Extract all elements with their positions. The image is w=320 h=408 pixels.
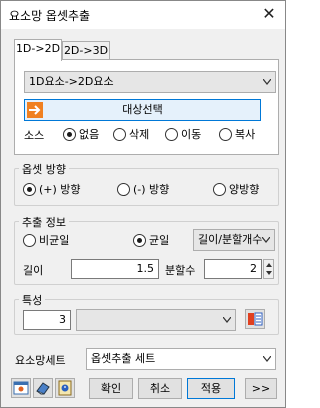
- mesh-set-combo[interactable]: 옵셋추출 세트: [86, 348, 276, 370]
- tab-label: 2D->3D: [63, 44, 109, 57]
- select-target-button[interactable]: 대상선택: [24, 99, 261, 121]
- offset-radio-both[interactable]: 양방향: [213, 181, 259, 197]
- radio-indicator: [133, 233, 146, 247]
- source-radio-copy[interactable]: 복사: [219, 126, 255, 142]
- divisions-label: 분할수: [165, 264, 196, 277]
- property-title: 특성: [19, 292, 46, 308]
- chevron-down-icon: [223, 317, 231, 323]
- spin-down-icon[interactable]: [266, 271, 272, 275]
- source-radio-none[interactable]: 없음: [63, 126, 99, 142]
- close-icon[interactable]: ✕: [259, 4, 279, 24]
- property-manager-button[interactable]: [245, 309, 265, 329]
- tab-1d-2d[interactable]: 1D->2D: [14, 39, 62, 61]
- radio-label: (+) 방향: [39, 183, 81, 196]
- radio-label: 복사: [235, 128, 256, 141]
- offset-radio-minus[interactable]: (-) 방향: [117, 181, 169, 197]
- spin-up-icon[interactable]: [266, 263, 272, 267]
- radio-label: 비균일: [39, 234, 70, 247]
- preview-button[interactable]: [11, 378, 31, 398]
- offset-radio-plus[interactable]: (+) 방향: [23, 181, 81, 197]
- property-table-icon: [248, 312, 263, 326]
- eraser-icon: [36, 382, 50, 395]
- chevron-down-icon: [262, 237, 270, 243]
- element-mode-combo[interactable]: 1D요소->2D요소: [24, 71, 276, 93]
- extract-method-value: 길이/분할개수: [198, 233, 263, 246]
- source-radio-move[interactable]: 이동: [165, 126, 201, 142]
- window-title: 요소망 옵셋추출: [9, 9, 91, 23]
- radio-indicator: [113, 127, 126, 141]
- radio-indicator: [23, 182, 36, 196]
- cancel-button[interactable]: 취소: [138, 378, 182, 399]
- radio-label: 이동: [181, 128, 202, 141]
- radio-label: 균일: [149, 234, 170, 247]
- property-id-input[interactable]: 3: [23, 310, 71, 330]
- divisions-input[interactable]: 2: [204, 259, 262, 279]
- radio-indicator: [213, 182, 226, 196]
- extract-radio-uniform[interactable]: 균일: [133, 232, 169, 248]
- tab-label: 1D->2D: [15, 42, 61, 55]
- confirm-button[interactable]: 확인: [89, 378, 133, 399]
- extract-method-combo[interactable]: 길이/분할개수: [193, 229, 275, 251]
- radio-indicator: [23, 233, 36, 247]
- radio-label: 삭제: [129, 128, 150, 141]
- mesh-set-label: 요소망세트: [15, 354, 66, 367]
- divisions-spinner[interactable]: [263, 259, 274, 279]
- offset-direction-title: 옵셋 방향: [19, 161, 69, 177]
- source-radio-delete[interactable]: 삭제: [113, 126, 149, 142]
- radio-indicator: [165, 127, 178, 141]
- radio-label: (-) 방향: [133, 183, 170, 196]
- property-combo[interactable]: [76, 309, 236, 331]
- preview-window-icon: [13, 381, 29, 395]
- element-mode-value: 1D요소->2D요소: [29, 75, 114, 88]
- extract-radio-nonuniform[interactable]: 비균일: [23, 232, 69, 248]
- source-label: 소스: [24, 129, 45, 142]
- mesh-set-value: 옵셋추출 세트: [91, 352, 156, 365]
- radio-indicator: [63, 127, 76, 141]
- tab-2d-3d[interactable]: 2D->3D: [62, 41, 110, 61]
- extract-info-title: 추출 정보: [19, 214, 69, 230]
- dialog-window: 요소망 옵셋추출 ✕ 1D->2D 2D->3D 1D요소->2D요소 대상선택…: [0, 0, 286, 408]
- select-target-label: 대상선택: [122, 103, 163, 116]
- help-book-icon: [58, 380, 72, 396]
- radio-label: 양방향: [229, 183, 260, 196]
- select-arrow-icon: [27, 102, 43, 118]
- apply-button[interactable]: 적용: [187, 378, 235, 399]
- radio-indicator: [219, 127, 232, 141]
- radio-indicator: [117, 182, 130, 196]
- chevron-down-icon: [263, 356, 271, 362]
- length-label: 길이: [23, 264, 44, 277]
- help-button[interactable]: [55, 378, 75, 398]
- chevron-down-icon: [263, 79, 271, 85]
- length-input[interactable]: 1.5: [71, 259, 159, 279]
- eraser-button[interactable]: [33, 378, 53, 398]
- more-options-button[interactable]: >>: [245, 378, 277, 399]
- radio-label: 없음: [79, 128, 100, 141]
- title-bar: 요소망 옵셋추출 ✕: [1, 1, 285, 29]
